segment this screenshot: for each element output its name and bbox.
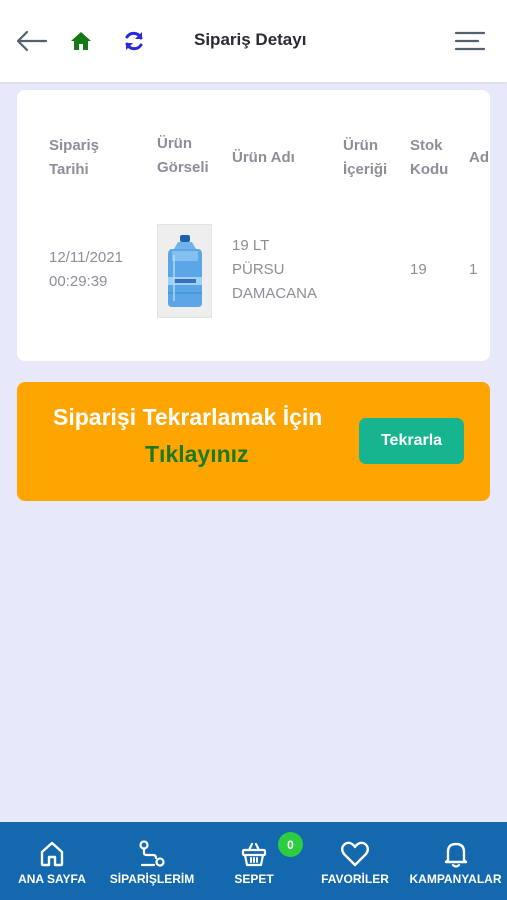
order-detail-card: Sipariş Tarihi Ürün Görseli Ürün Adı Ürü… bbox=[17, 90, 490, 361]
nav-label-orders: SİPARİŞLERİM bbox=[109, 872, 195, 886]
route-icon bbox=[137, 838, 167, 870]
nav-item-orders[interactable]: SİPARİŞLERİM bbox=[104, 822, 200, 900]
column-header-product-content: Ürün İçeriği bbox=[343, 137, 388, 178]
home-outline-icon bbox=[38, 838, 66, 870]
quantity-cell: 1 bbox=[469, 261, 478, 278]
nav-label-campaigns: KAMPANYALAR bbox=[409, 872, 502, 886]
column-header-stock-code: Stok Kodu bbox=[410, 137, 449, 178]
arrow-left-icon[interactable] bbox=[14, 26, 50, 56]
nav-item-favorites[interactable]: FAVORİLER bbox=[314, 822, 396, 900]
menu-icon[interactable] bbox=[452, 27, 488, 55]
nav-item-campaigns[interactable]: KAMPANYALAR bbox=[404, 822, 507, 900]
basket-icon bbox=[240, 838, 268, 870]
water-jug-image bbox=[167, 235, 202, 307]
column-header-product-name: Ürün Adı bbox=[232, 149, 295, 166]
bottom-navigation: ANA SAYFA SİPARİŞLERİM SEPET FAVORİLER K… bbox=[0, 822, 507, 900]
stock-code-cell: 19 bbox=[410, 261, 427, 278]
nav-label-favorites: FAVORİLER bbox=[321, 872, 389, 886]
repeat-order-text: Siparişi Tekrarlamak İçin bbox=[53, 404, 323, 430]
bell-icon bbox=[442, 838, 470, 870]
nav-item-home[interactable]: ANA SAYFA bbox=[8, 822, 96, 900]
repeat-order-banner: Siparişi Tekrarlamak İçin Tıklayınız Tek… bbox=[17, 382, 490, 501]
page-title: Sipariş Detayı bbox=[194, 30, 307, 49]
column-header-quantity: Ad bbox=[469, 149, 489, 166]
product-image[interactable] bbox=[157, 224, 212, 318]
nav-label-home: ANA SAYFA bbox=[18, 872, 86, 886]
nav-label-cart: SEPET bbox=[234, 872, 274, 886]
column-header-product-image: Ürün Görseli bbox=[157, 135, 209, 176]
heart-icon bbox=[340, 838, 370, 870]
home-icon[interactable] bbox=[68, 28, 94, 54]
product-name-cell: 19 LT PÜRSU DAMACANA bbox=[232, 237, 318, 302]
click-here-text: Tıklayınız bbox=[145, 441, 249, 467]
top-app-bar: Sipariş Detayı bbox=[0, 0, 507, 82]
cart-count-badge: 0 bbox=[278, 832, 303, 857]
refresh-icon[interactable] bbox=[121, 28, 147, 54]
column-header-order-date: Sipariş Tarihi bbox=[49, 137, 100, 178]
order-date-cell: 12/11/2021 00:29:39 bbox=[49, 249, 123, 290]
repeat-order-button[interactable]: Tekrarla bbox=[359, 418, 464, 464]
